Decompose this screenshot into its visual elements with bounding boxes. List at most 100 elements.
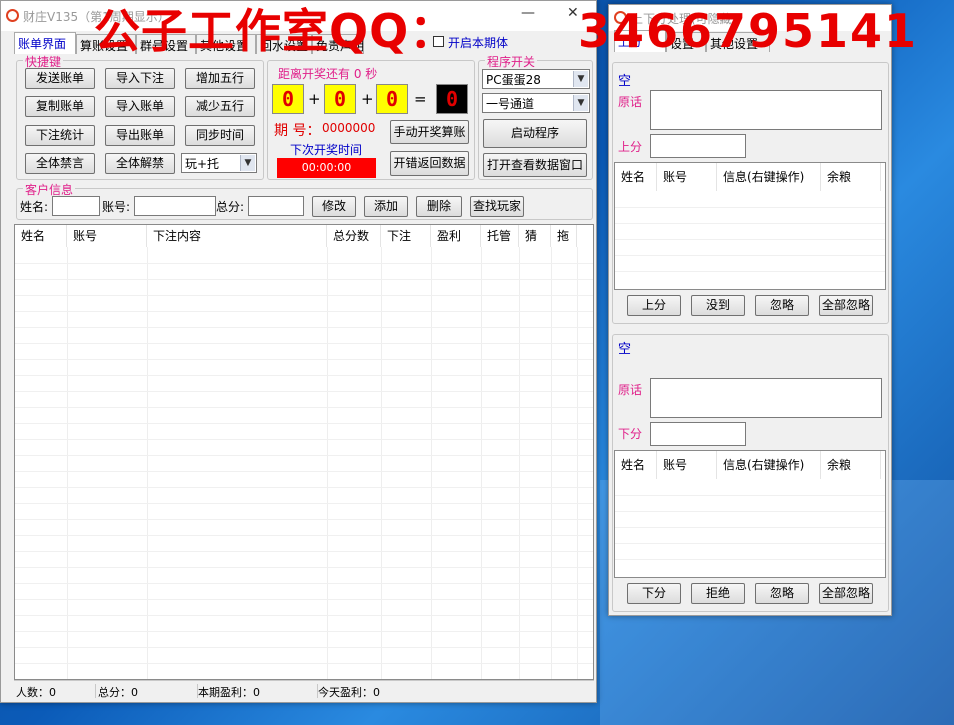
col-header-name[interactable]: 姓名: [15, 225, 67, 247]
down-col-name[interactable]: 姓名: [615, 451, 657, 479]
next-draw-time: 00:00:00: [277, 158, 376, 178]
manual-draw-button[interactable]: 手动开奖算账: [390, 120, 469, 144]
grid-line: [15, 663, 593, 664]
up-original-label: 原话: [618, 95, 643, 109]
up-col-info[interactable]: 信息(右键操作): [717, 163, 821, 191]
grid-line: [15, 439, 593, 440]
start-program-button[interactable]: 启动程序: [483, 119, 587, 148]
col-header-drag[interactable]: 拖: [551, 225, 577, 247]
grid-line: [615, 239, 885, 240]
send-bill-button[interactable]: 发送账单: [25, 68, 95, 89]
edit-button[interactable]: 修改: [312, 196, 356, 217]
status-total: 总分：0: [98, 684, 198, 699]
col-header-bet[interactable]: 下注: [381, 225, 431, 247]
up-original-text[interactable]: [650, 90, 882, 130]
up-score-button[interactable]: 上分: [627, 295, 681, 316]
account-label: 账号:: [102, 200, 131, 214]
start-period-label: 开启本期体: [448, 36, 509, 50]
status-period-profit: 本期盈利：0: [198, 684, 318, 699]
grid-line: [15, 279, 593, 280]
up-col-name[interactable]: 姓名: [615, 163, 657, 191]
mode-select-value: 玩+托: [185, 157, 220, 171]
account-input[interactable]: [134, 196, 216, 216]
grid-line: [15, 343, 593, 344]
program-switch-title: 程序开关: [485, 53, 538, 70]
down-ignore-button[interactable]: 忽略: [755, 583, 809, 604]
up-score-input[interactable]: [650, 134, 746, 158]
grid-line: [15, 375, 593, 376]
total-input[interactable]: [248, 196, 304, 216]
up-empty-label: 空: [618, 74, 632, 89]
equals-sign: =: [414, 90, 427, 108]
channel-select-value: 一号通道: [486, 97, 535, 111]
down-score-button[interactable]: 下分: [627, 583, 681, 604]
name-input[interactable]: [52, 196, 100, 216]
up-request-table[interactable]: 姓名 账号 信息(右键操作) 余粮: [614, 162, 886, 290]
reject-button[interactable]: 拒绝: [691, 583, 745, 604]
minimize-icon[interactable]: —: [521, 5, 535, 21]
close-icon[interactable]: ✕: [567, 5, 579, 21]
grid-line: [15, 599, 593, 600]
delete-button[interactable]: 删除: [416, 196, 462, 217]
up-col-account[interactable]: 账号: [657, 163, 717, 191]
add-button[interactable]: 添加: [364, 196, 408, 217]
channel-select[interactable]: 一号通道 ▼: [482, 93, 590, 113]
grid-line: [15, 471, 593, 472]
down-ignore-all-button[interactable]: 全部忽略: [819, 583, 873, 604]
down-col-account[interactable]: 账号: [657, 451, 717, 479]
lottery-number-3: 0: [376, 84, 408, 114]
export-bill-button[interactable]: 导出账单: [105, 125, 175, 146]
bill-table[interactable]: 姓名 账号 下注内容 总分数 下注 盈利 托管 猜 拖: [14, 224, 594, 680]
sync-time-button[interactable]: 同步时间: [185, 125, 255, 146]
grid-line: [15, 295, 593, 296]
down-score-input[interactable]: [650, 422, 746, 446]
remove-five-rows-button[interactable]: 减少五行: [185, 96, 255, 117]
down-col-balance[interactable]: 余粮: [821, 451, 881, 479]
col-header-total[interactable]: 总分数: [327, 225, 381, 247]
tab-bill[interactable]: 账单界面: [14, 32, 76, 54]
unmute-all-button[interactable]: 全体解禁: [105, 153, 175, 174]
find-player-button[interactable]: 查找玩家: [470, 196, 524, 217]
grid-line: [15, 391, 593, 392]
chevron-down-icon: ▼: [573, 71, 588, 87]
next-draw-label: 下次开奖时间: [290, 143, 363, 157]
grid-line: [15, 455, 593, 456]
grid-line: [15, 567, 593, 568]
mute-all-button[interactable]: 全体禁言: [25, 153, 95, 174]
add-five-rows-button[interactable]: 增加五行: [185, 68, 255, 89]
grid-line: [15, 263, 593, 264]
open-data-window-button[interactable]: 打开查看数据窗口: [483, 153, 587, 177]
not-arrived-button[interactable]: 没到: [691, 295, 745, 316]
down-original-text[interactable]: [650, 378, 882, 418]
col-header-profit[interactable]: 盈利: [431, 225, 481, 247]
chevron-down-icon: ▼: [573, 95, 588, 111]
return-data-button[interactable]: 开错返回数据: [390, 151, 469, 176]
grid-line: [615, 271, 885, 272]
grid-line: [615, 527, 885, 528]
down-empty-label: 空: [618, 342, 632, 357]
up-ignore-all-button[interactable]: 全部忽略: [819, 295, 873, 316]
col-header-account[interactable]: 账号: [67, 225, 147, 247]
chevron-down-icon: ▼: [240, 155, 255, 171]
grid-line: [615, 511, 885, 512]
col-header-managed[interactable]: 托管: [481, 225, 519, 247]
grid-line: [615, 207, 885, 208]
down-col-info[interactable]: 信息(右键操作): [717, 451, 821, 479]
up-col-balance[interactable]: 余粮: [821, 163, 881, 191]
grid-line: [15, 503, 593, 504]
bet-stats-button[interactable]: 下注统计: [25, 125, 95, 146]
lottery-number-2: 0: [324, 84, 356, 114]
up-score-label: 上分: [618, 140, 643, 154]
up-ignore-button[interactable]: 忽略: [755, 295, 809, 316]
col-header-guess[interactable]: 猜: [519, 225, 551, 247]
copy-bill-button[interactable]: 复制账单: [25, 96, 95, 117]
mode-select[interactable]: 玩+托 ▼: [181, 153, 257, 173]
import-bill-button[interactable]: 导入账单: [105, 96, 175, 117]
grid-line: [615, 223, 885, 224]
game-select[interactable]: PC蛋蛋28 ▼: [482, 69, 590, 89]
down-request-table[interactable]: 姓名 账号 信息(右键操作) 余粮: [614, 450, 886, 578]
plus-sign-1: +: [308, 90, 321, 108]
col-header-bet-content[interactable]: 下注内容: [147, 225, 327, 247]
status-people: 人数：0: [16, 684, 96, 699]
import-bets-button[interactable]: 导入下注: [105, 68, 175, 89]
